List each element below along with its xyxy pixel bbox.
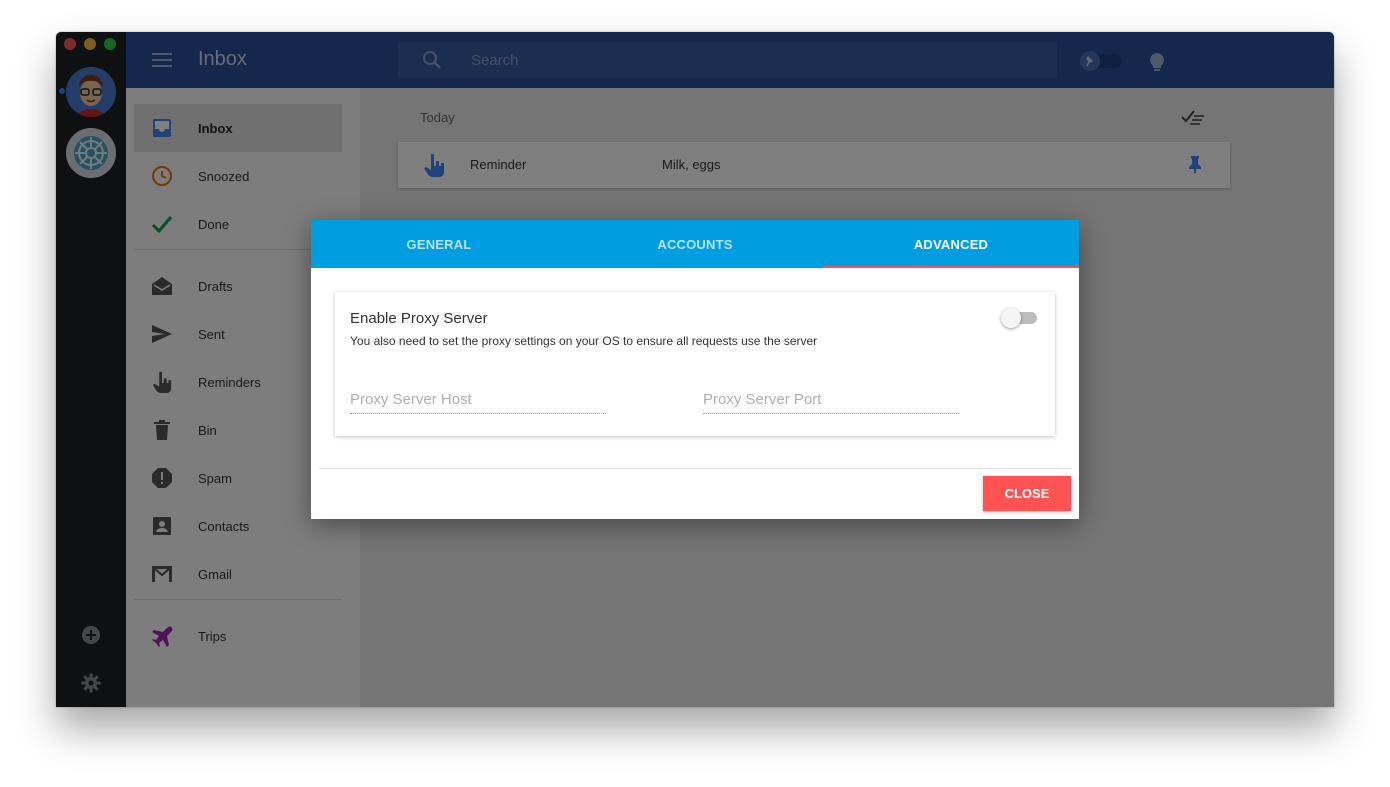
- toggle-knob: [1001, 308, 1021, 328]
- enable-proxy-toggle[interactable]: [1001, 308, 1039, 328]
- proxy-setting-title: Enable Proxy Server: [350, 310, 488, 327]
- app-window: Inbox Search InboxSnoozedDoneDraftsSentR…: [56, 32, 1334, 707]
- proxy-port-field[interactable]: [703, 386, 959, 414]
- tab-advanced[interactable]: ADVANCED: [823, 220, 1079, 268]
- tab-accounts[interactable]: ACCOUNTS: [567, 220, 823, 268]
- preferences-dialog: GENERAL ACCOUNTS ADVANCED Enable Proxy S…: [311, 220, 1079, 519]
- tab-general[interactable]: GENERAL: [311, 220, 567, 268]
- proxy-setting-description: You also need to set the proxy settings …: [350, 334, 818, 348]
- active-tab-indicator: [823, 266, 1079, 268]
- dialog-tabs: GENERAL ACCOUNTS ADVANCED: [311, 220, 1079, 268]
- proxy-settings-card: Enable Proxy Server You also need to set…: [335, 292, 1055, 436]
- close-button[interactable]: CLOSE: [983, 476, 1071, 511]
- proxy-host-field[interactable]: [350, 386, 606, 414]
- dialog-divider: [319, 468, 1071, 469]
